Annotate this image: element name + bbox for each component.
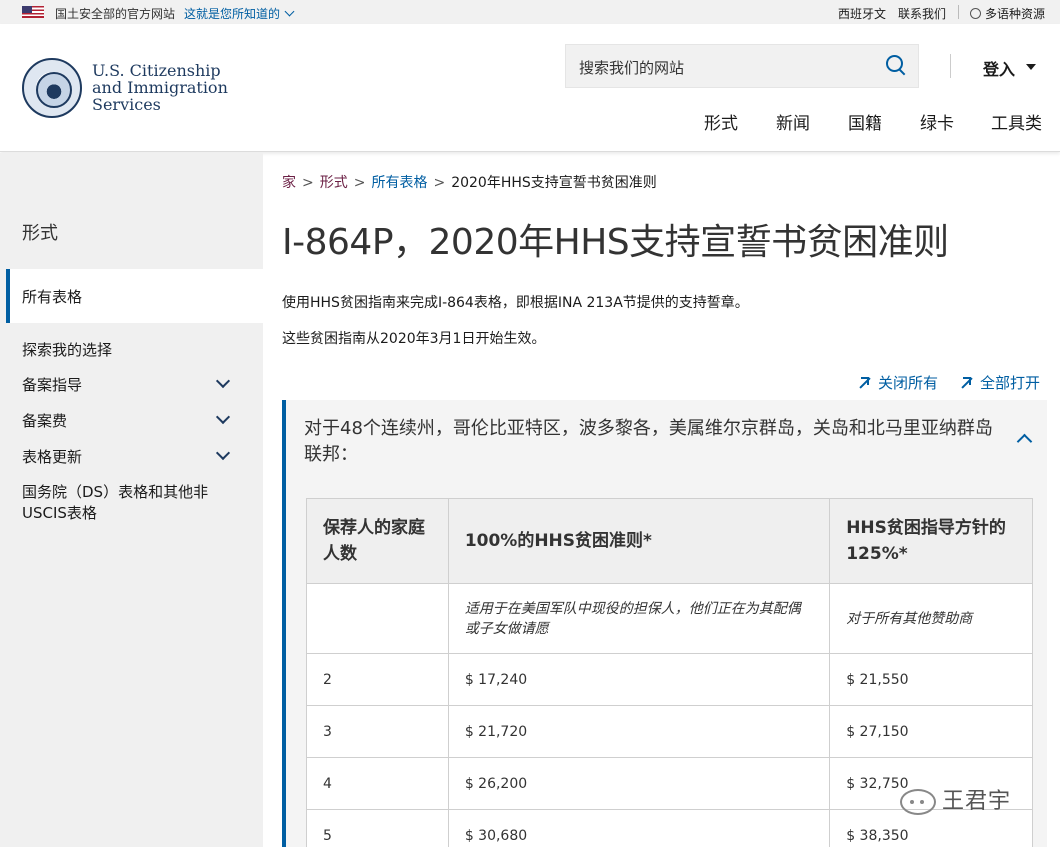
breadcrumb-forms[interactable]: 形式 xyxy=(320,175,348,191)
header-divider xyxy=(950,54,951,78)
logo-line-3: Services xyxy=(92,95,161,114)
chevron-up-icon[interactable] xyxy=(1016,433,1033,450)
site-header: U.S. Citizenship and Immigration Service… xyxy=(0,24,1060,152)
table-cell: 5 xyxy=(306,809,449,847)
table-row: 3 $ 21,720 $ 27,150 xyxy=(306,705,1033,758)
globe-icon xyxy=(970,8,981,19)
breadcrumb-current: 2020年HHS支持宣誓书贫困准则 xyxy=(451,175,657,191)
table-cell: $ 30,680 xyxy=(447,809,831,847)
nav-forms[interactable]: 形式 xyxy=(704,109,738,134)
chevron-down-icon[interactable] xyxy=(215,409,231,425)
breadcrumb-separator: > xyxy=(302,175,314,191)
logo-line-2: and Immigration xyxy=(92,78,228,97)
table-row: 5 $ 30,680 $ 38,350 xyxy=(306,809,1033,847)
breadcrumb: 家 > 形式 > 所有表格 >2020年HHS支持宣誓书贫困准则 xyxy=(282,172,657,192)
effective-date-paragraph: 这些贫困指南从2020年3月1日开始生效。 xyxy=(282,331,546,347)
wechat-icon xyxy=(900,789,936,815)
nav-news[interactable]: 新闻 xyxy=(776,109,810,134)
expand-all-button[interactable]: 全部打开 xyxy=(960,372,1040,393)
logo-line-1: U.S. Citizenship xyxy=(92,61,221,80)
accordion-heading[interactable]: 对于48个连续州，哥伦比亚特区，波多黎各，美属维尔京群岛，关岛和北马里亚纳群岛联… xyxy=(304,416,994,468)
table-cell: $ 27,150 xyxy=(829,705,1033,758)
table-cell xyxy=(306,583,449,654)
table-header: 100%的HHS贫困准则* xyxy=(447,498,831,584)
expand-all-label: 全部打开 xyxy=(980,374,1041,392)
page-title: I-864P，2020年HHS支持宣誓书贫困准则 xyxy=(282,222,949,263)
table-cell: $ 21,550 xyxy=(829,653,1033,706)
collapse-all-label: 关闭所有 xyxy=(878,374,939,392)
us-flag-icon xyxy=(22,6,44,18)
divider xyxy=(958,5,959,19)
breadcrumb-all-forms[interactable]: 所有表格 xyxy=(371,175,427,191)
watermark: 王君宇 xyxy=(900,783,1011,815)
languages-label: 多语种资源 xyxy=(985,7,1046,21)
breadcrumb-home[interactable]: 家 xyxy=(282,175,296,191)
table-cell: 3 xyxy=(306,705,449,758)
table-cell: $ 38,350 xyxy=(829,809,1033,847)
sidebar-item-explore[interactable]: 探索我的选择 xyxy=(22,339,112,360)
table-cell: $ 26,200 xyxy=(447,757,831,810)
table-cell: 对于所有其他赞助商 xyxy=(829,583,1033,654)
login-button[interactable]: 登入 xyxy=(983,56,1015,80)
search-placeholder: 搜索我们的网站 xyxy=(579,59,685,77)
uscis-logo-text[interactable]: U.S. Citizenship and Immigration Service… xyxy=(92,62,228,113)
sidebar: 形式 所有表格 探索我的选择 备案指导 备案费 表格更新 国务院（DS）表格和其… xyxy=(0,153,263,847)
search-input[interactable]: 搜索我们的网站 xyxy=(565,44,919,88)
breadcrumb-separator: > xyxy=(353,175,366,191)
sidebar-item-ds-forms[interactable]: 国务院（DS）表格和其他非USCIS表格 xyxy=(22,482,222,524)
sidebar-item-filing-guidance[interactable]: 备案指导 xyxy=(22,374,82,395)
table-row: 2 $ 17,240 $ 21,550 xyxy=(306,653,1033,706)
sidebar-item-label: 所有表格 xyxy=(22,288,83,306)
table-cell: 2 xyxy=(306,653,449,706)
official-site-text: 国土安全部的官方网站 xyxy=(55,7,176,21)
sidebar-title[interactable]: 形式 xyxy=(22,219,58,245)
expand-arrows-icon xyxy=(960,376,974,390)
table-note-row: 适用于在美国军队中现役的担保人，他们正在为其配偶或子女做请愿 对于所有其他赞助商 xyxy=(306,583,1033,654)
nav-citizenship[interactable]: 国籍 xyxy=(848,109,882,134)
how-you-know-label: 这就是您所知道的 xyxy=(184,7,281,21)
contact-link[interactable]: 联系我们 xyxy=(898,5,946,22)
sidebar-item-form-updates[interactable]: 表格更新 xyxy=(22,446,82,467)
how-you-know-link[interactable]: 这就是您所知道的 xyxy=(184,5,295,22)
chevron-down-icon[interactable] xyxy=(215,445,231,461)
table-cell: 4 xyxy=(306,757,449,810)
caret-down-icon[interactable] xyxy=(1026,64,1036,70)
sidebar-item-all-forms[interactable]: 所有表格 xyxy=(6,269,263,323)
sidebar-item-filing-fees[interactable]: 备案费 xyxy=(22,410,67,431)
table-cell: $ 17,240 xyxy=(447,653,831,706)
chevron-down-icon[interactable] xyxy=(215,373,231,389)
spanish-link[interactable]: 西班牙文 xyxy=(838,5,886,22)
collapse-arrows-icon xyxy=(858,376,872,390)
table-header: HHS贫困指导方针的125%* xyxy=(829,498,1033,584)
languages-link[interactable]: 多语种资源 xyxy=(970,5,1045,22)
nav-tools[interactable]: 工具类 xyxy=(991,109,1042,134)
watermark-text: 王君宇 xyxy=(942,789,1012,814)
dhs-seal-logo[interactable] xyxy=(22,58,82,118)
table-cell: $ 21,720 xyxy=(447,705,831,758)
table-header: 保荐人的家庭人数 xyxy=(306,498,449,584)
table-cell: 适用于在美国军队中现役的担保人，他们正在为其配偶或子女做请愿 xyxy=(447,583,831,654)
chevron-down-icon xyxy=(284,6,295,17)
collapse-all-button[interactable]: 关闭所有 xyxy=(858,372,938,393)
nav-green-card[interactable]: 绿卡 xyxy=(920,109,954,134)
gov-banner: 国土安全部的官方网站 这就是您所知道的 西班牙文 联系我们 多语种资源 xyxy=(0,0,1060,24)
intro-paragraph: 使用HHS贫困指南来完成I-864表格，即根据INA 213A节提供的支持誓章。 xyxy=(282,295,749,311)
breadcrumb-separator: > xyxy=(433,175,446,191)
accordion-panel: 对于48个连续州，哥伦比亚特区，波多黎各，美属维尔京群岛，关岛和北马里亚纳群岛联… xyxy=(282,400,1047,847)
search-icon[interactable] xyxy=(886,55,906,75)
